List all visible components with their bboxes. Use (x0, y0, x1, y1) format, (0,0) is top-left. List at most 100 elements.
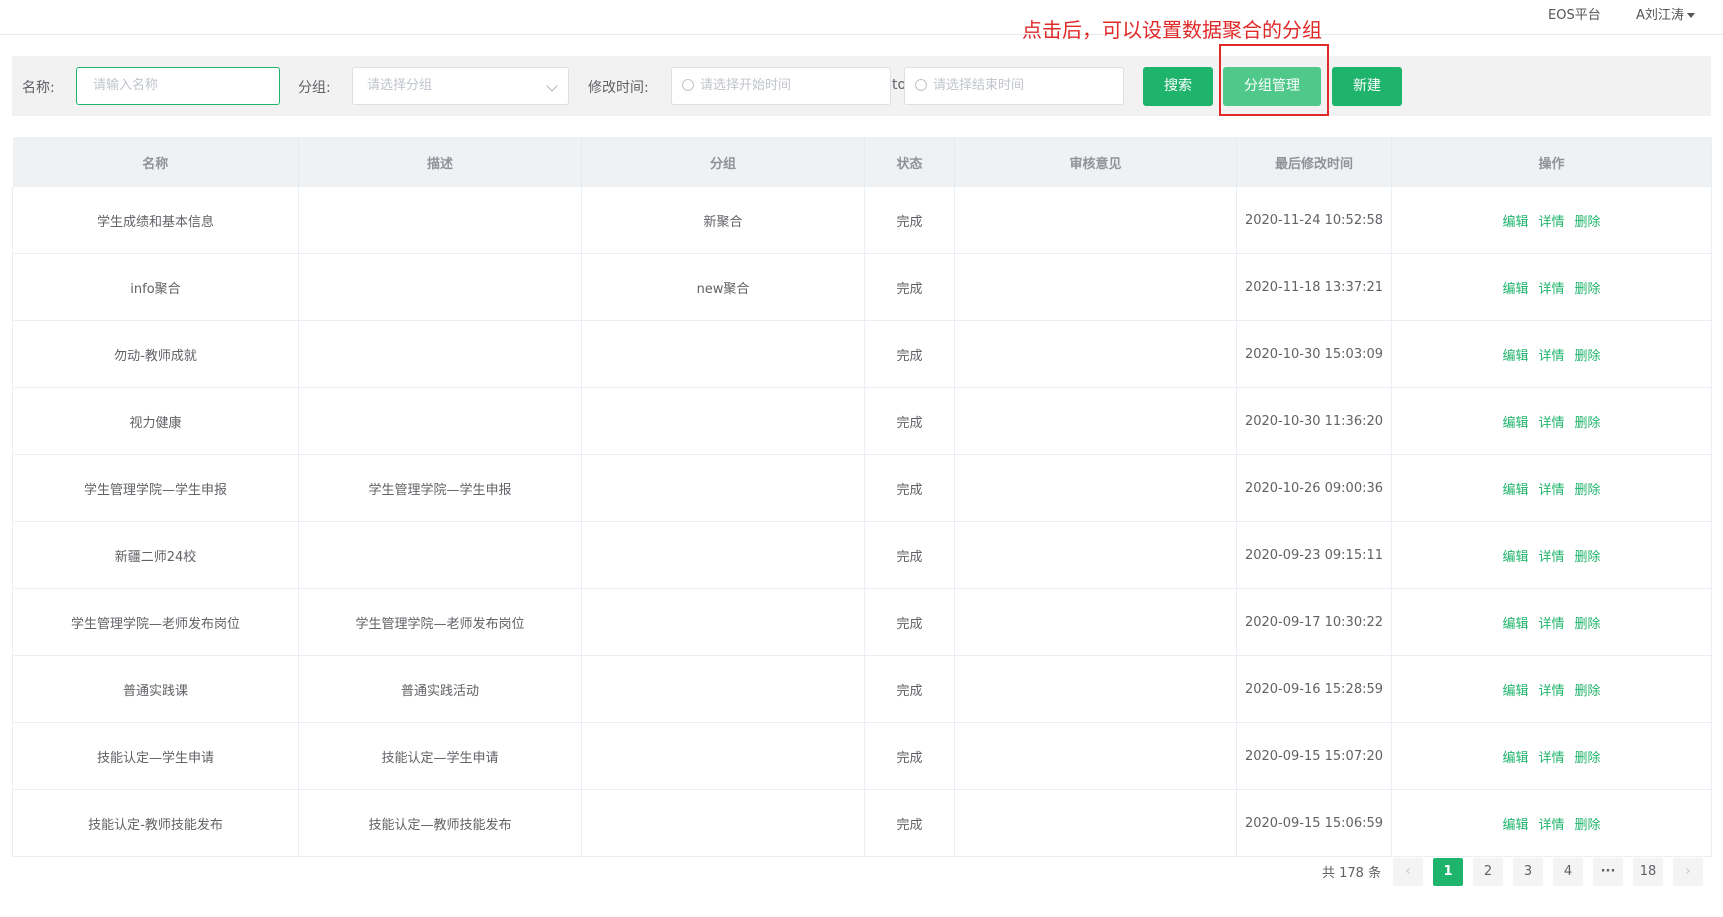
cell-group (581, 387, 865, 455)
cell-actions: 编辑 详情 删除 (1391, 187, 1712, 254)
search-button[interactable]: 搜索 (1143, 67, 1213, 106)
cell-actions: 编辑 详情 删除 (1391, 253, 1712, 321)
name-label: 名称: (22, 80, 55, 96)
edit-link[interactable]: 编辑 (1502, 483, 1528, 498)
name-input[interactable] (91, 77, 245, 94)
table-row: 视力健康 完成 2020-10-30 11:36:20 编辑 详情 删除 (12, 387, 1712, 455)
cell-desc (298, 521, 582, 589)
table-row: 学生管理学院—学生申报 学生管理学院—学生申报 完成 2020-10-26 09:00… (12, 454, 1712, 522)
cell-time: 2020-09-15 15:06:59 (1236, 789, 1392, 857)
cell-desc (298, 387, 582, 455)
end-time-picker[interactable]: 请选择结束时间 (904, 67, 1124, 105)
cell-review (954, 655, 1237, 723)
page-ellipsis[interactable]: ··· (1593, 858, 1623, 886)
detail-link[interactable]: 详情 (1538, 215, 1564, 230)
table-row: 技能认定—学生申请 技能认定—学生申请 完成 2020-09-15 15:07:20 编… (12, 722, 1712, 790)
page-button-18[interactable]: 18 (1633, 858, 1663, 886)
create-button[interactable]: 新建 (1332, 67, 1402, 106)
prev-page-button[interactable]: ‹ (1393, 858, 1423, 886)
page-button-1[interactable]: 1 (1433, 858, 1463, 886)
cell-desc: 技能认定—学生申请 (298, 722, 582, 790)
detail-link[interactable]: 详情 (1538, 818, 1564, 833)
detail-link[interactable]: 详情 (1538, 483, 1564, 498)
edit-link[interactable]: 编辑 (1502, 550, 1528, 565)
delete-link[interactable]: 删除 (1575, 617, 1601, 632)
page-button-4[interactable]: 4 (1553, 858, 1583, 886)
page-button-3[interactable]: 3 (1513, 858, 1543, 886)
cell-actions: 编辑 详情 删除 (1391, 588, 1712, 656)
cell-status: 完成 (864, 655, 955, 723)
table-header-row: 名称 描述 分组 状态 审核意见 最后修改时间 操作 (12, 137, 1712, 187)
cell-review (954, 789, 1237, 857)
cell-review (954, 187, 1237, 254)
edit-link[interactable]: 编辑 (1502, 416, 1528, 431)
cell-name: 学生管理学院—学生申报 (12, 454, 299, 522)
cell-group (581, 320, 865, 388)
cell-time: 2020-09-23 09:15:11 (1236, 521, 1392, 589)
cell-group (581, 588, 865, 656)
cell-name: 视力健康 (12, 387, 299, 455)
detail-link[interactable]: 详情 (1538, 349, 1564, 364)
detail-link[interactable]: 详情 (1538, 751, 1564, 766)
detail-link[interactable]: 详情 (1538, 550, 1564, 565)
delete-link[interactable]: 删除 (1575, 684, 1601, 699)
group-label: 分组: (298, 80, 331, 96)
edit-link[interactable]: 编辑 (1502, 282, 1528, 297)
column-header-actions: 操作 (1391, 137, 1712, 187)
detail-link[interactable]: 详情 (1538, 617, 1564, 632)
name-input-wrapper (76, 67, 280, 105)
annotation-text: 点击后，可以设置数据聚合的分组 (1022, 18, 1322, 42)
cell-desc: 普通实践活动 (298, 655, 582, 723)
cell-review (954, 454, 1237, 522)
delete-link[interactable]: 删除 (1575, 751, 1601, 766)
cell-time: 2020-11-18 13:37:21 (1236, 253, 1392, 321)
delete-link[interactable]: 删除 (1575, 215, 1601, 230)
cell-time: 2020-09-15 15:07:20 (1236, 722, 1392, 790)
group-select[interactable]: 请选择分组 (352, 67, 569, 105)
cell-group: new聚合 (581, 253, 865, 321)
detail-link[interactable]: 详情 (1538, 684, 1564, 699)
start-time-picker[interactable]: 请选择开始时间 (671, 67, 891, 105)
cell-desc (298, 320, 582, 388)
clock-icon (915, 78, 927, 91)
edit-link[interactable]: 编辑 (1502, 349, 1528, 364)
highlight-box (1219, 44, 1329, 116)
cell-status: 完成 (864, 387, 955, 455)
table-row: 技能认定-教师技能发布 技能认定—教师技能发布 完成 2020-09-15 15:06… (12, 789, 1712, 857)
cell-name: 普通实践课 (12, 655, 299, 723)
cell-desc (298, 253, 582, 321)
edit-link[interactable]: 编辑 (1502, 215, 1528, 230)
detail-link[interactable]: 详情 (1538, 282, 1564, 297)
cell-review (954, 722, 1237, 790)
cell-status: 完成 (864, 521, 955, 589)
edit-link[interactable]: 编辑 (1502, 617, 1528, 632)
delete-link[interactable]: 删除 (1575, 483, 1601, 498)
page-button-2[interactable]: 2 (1473, 858, 1503, 886)
cell-review (954, 253, 1237, 321)
cell-status: 完成 (864, 454, 955, 522)
start-placeholder: 请选择开始时间 (700, 78, 792, 93)
delete-link[interactable]: 删除 (1575, 282, 1601, 297)
delete-link[interactable]: 删除 (1575, 349, 1601, 364)
cell-group (581, 521, 865, 589)
delete-link[interactable]: 删除 (1575, 550, 1601, 565)
table-row: 学生管理学院—老师发布岗位 学生管理学院—老师发布岗位 完成 2020-09-17 1… (12, 588, 1712, 656)
filter-bar: 名称: 分组: 请选择分组 修改时间: 请选择开始时间 to 请选择结束时间 搜… (12, 56, 1711, 116)
next-page-button[interactable]: › (1673, 858, 1703, 886)
cell-time: 2020-10-26 09:00:36 (1236, 454, 1392, 522)
clock-icon (682, 78, 694, 91)
edit-link[interactable]: 编辑 (1502, 818, 1528, 833)
edit-link[interactable]: 编辑 (1502, 684, 1528, 699)
edit-link[interactable]: 编辑 (1502, 751, 1528, 766)
user-menu[interactable]: A刘江涛 (1636, 4, 1695, 23)
group-placeholder: 请选择分组 (367, 78, 433, 93)
delete-link[interactable]: 删除 (1575, 416, 1601, 431)
platform-link[interactable]: EOS平台 (1548, 4, 1601, 23)
delete-link[interactable]: 删除 (1575, 818, 1601, 833)
table-row: 新疆二师24校 完成 2020-09-23 09:15:11 编辑 详情 删除 (12, 521, 1712, 589)
cell-actions: 编辑 详情 删除 (1391, 789, 1712, 857)
cell-desc: 技能认定—教师技能发布 (298, 789, 582, 857)
caret-down-icon (1686, 13, 1695, 18)
cell-time: 2020-09-16 15:28:59 (1236, 655, 1392, 723)
detail-link[interactable]: 详情 (1538, 416, 1564, 431)
